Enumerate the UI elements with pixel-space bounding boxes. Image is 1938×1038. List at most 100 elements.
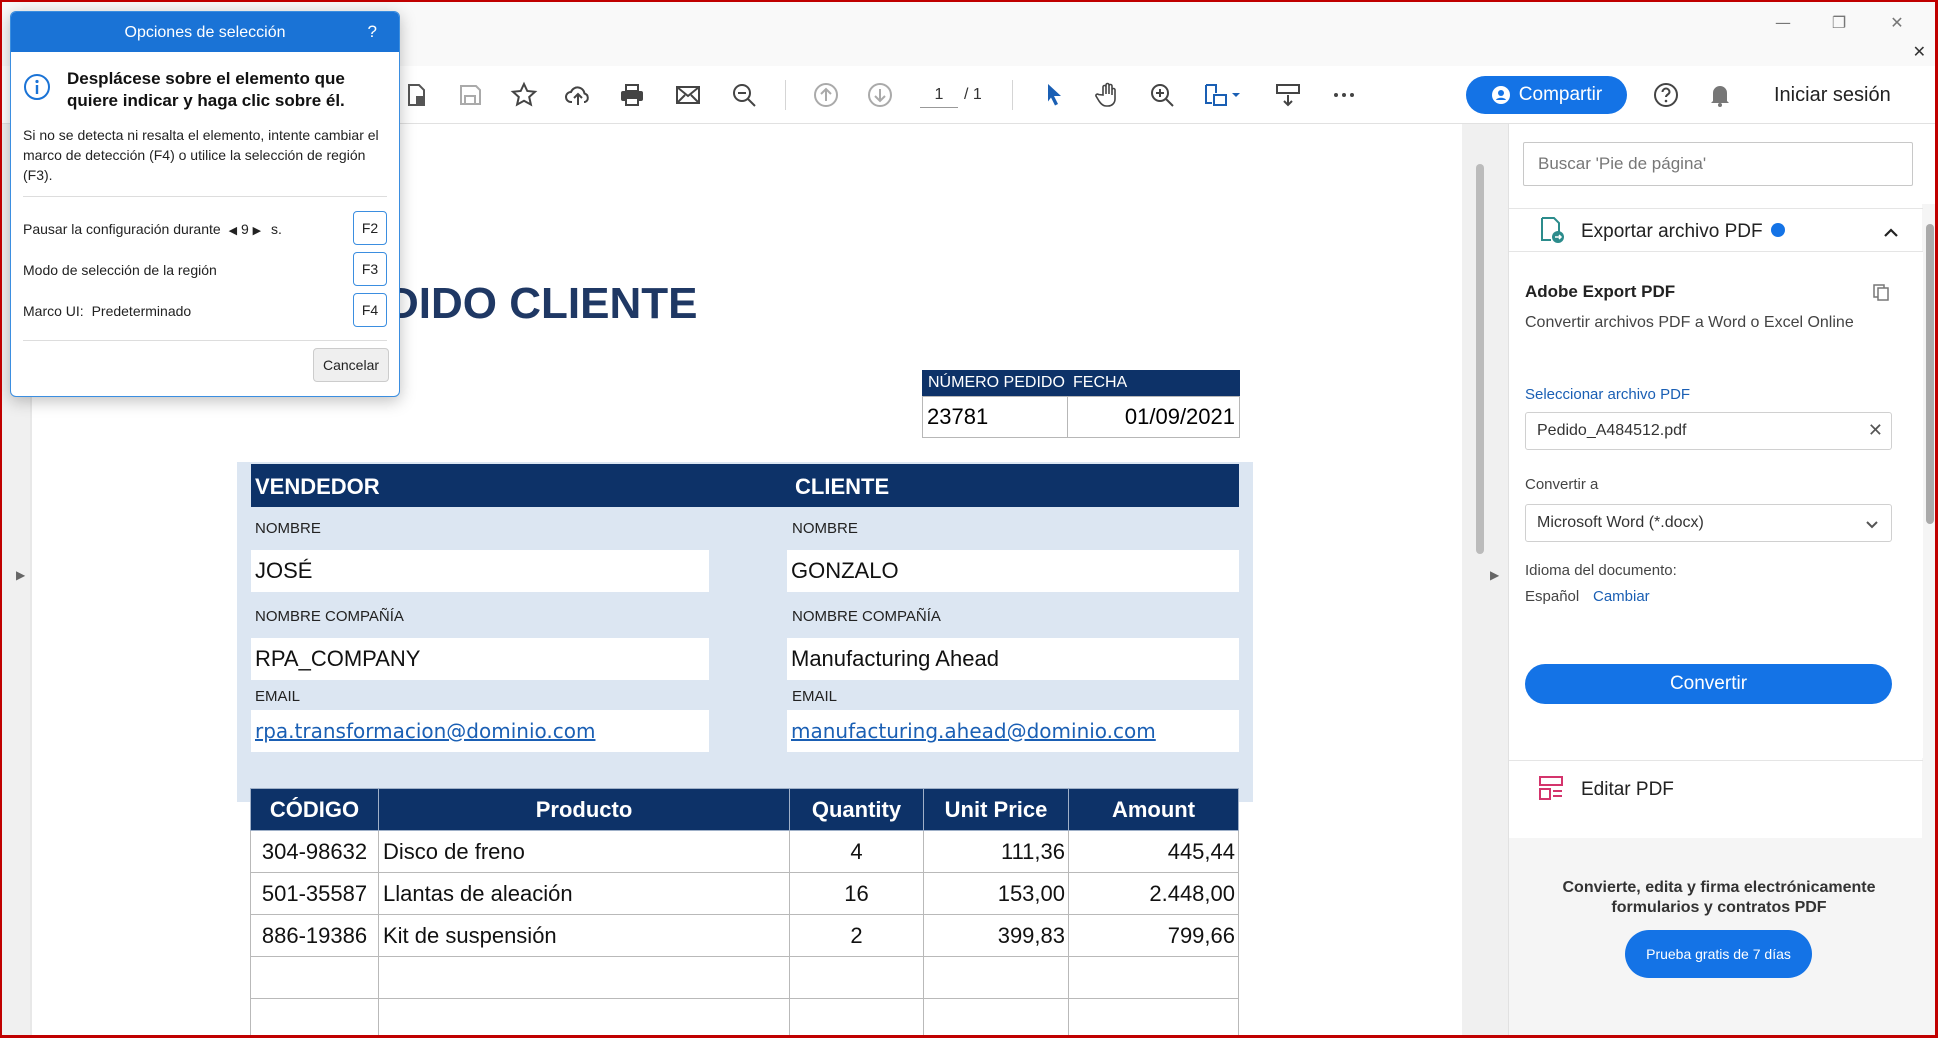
seller-name: JOSÉ [251,550,709,592]
notifications-bell-icon[interactable] [1702,77,1738,113]
table-row [250,956,1239,999]
increase-pause-icon[interactable]: ▶ [253,224,261,237]
column-header: Producto [378,788,790,831]
order-values: 23781 01/09/2021 [922,396,1240,438]
item-unit-price: 111,36 [923,830,1069,873]
help-icon[interactable] [1648,77,1684,113]
dialog-help-button[interactable]: ? [368,22,377,42]
item-product: Kit de suspensión [378,914,790,957]
promo-section: Convierte, edita y firma electrónicament… [1509,838,1923,1035]
export-description: Convertir archivos PDF a Word o Excel On… [1525,314,1854,331]
share-button[interactable]: Compartir [1466,76,1627,114]
items-header-row: CÓDIGO Producto Quantity Unit Price Amou… [250,788,1239,831]
minimize-button[interactable]: — [1768,12,1798,34]
region-mode-key-button[interactable]: F3 [353,252,387,286]
expand-left-panel-icon[interactable]: ▶ [16,568,25,582]
item-code: 501-35587 [250,872,379,915]
seller-email-link[interactable]: rpa.transformacion@dominio.com [255,719,595,743]
item-unit-price [923,998,1069,1035]
protect-file-icon[interactable] [398,77,434,113]
save-icon[interactable] [452,77,488,113]
documents-icon[interactable] [1871,282,1891,302]
item-unit-price: 153,00 [923,872,1069,915]
zoom-in-icon[interactable] [1144,77,1180,113]
fit-dropdown-chevron-icon[interactable] [1228,77,1244,113]
convert-to-select[interactable]: Microsoft Word (*.docx) [1525,504,1892,542]
star-icon[interactable] [506,77,542,113]
client-email-link[interactable]: manufacturing.ahead@dominio.com [791,719,1156,743]
dialog-instruction: Desplácese sobre el elemento que quiere … [67,69,345,110]
upload-cloud-icon[interactable] [560,77,596,113]
item-code [250,998,379,1035]
right-panel: Buscar 'Pie de página' Exportar archivo … [1508,124,1935,1035]
item-amount [1068,998,1239,1035]
seller-header: VENDEDOR [255,474,380,499]
ui-frame-key-button[interactable]: F4 [353,293,387,327]
pause-label: Pausar la configuración durante [23,221,221,237]
zoom-out-icon[interactable] [726,77,762,113]
document-scrollbar-thumb[interactable] [1476,164,1484,554]
table-row: 304-98632 Disco de freno 4 111,36 445,44 [250,830,1239,873]
right-panel-scrollbar[interactable] [1922,204,1935,1035]
doc-language-value: Español [1525,588,1580,605]
order-date: 01/09/2021 [1124,404,1235,429]
free-trial-button[interactable]: Prueba gratis de 7 días [1625,930,1812,978]
collapse-right-panel-icon[interactable]: ▶ [1490,568,1499,582]
parties-header: VENDEDOR CLIENTE [251,464,1239,507]
page-number-input[interactable]: 1 [920,82,958,108]
change-language-link[interactable]: Cambiar [1593,588,1650,605]
export-pdf-icon [1541,217,1564,243]
convert-button[interactable]: Convertir [1525,664,1892,704]
client-header: CLIENTE [795,474,890,499]
edit-pdf-label: Editar PDF [1581,779,1674,800]
remove-file-icon[interactable]: ✕ [1868,413,1883,449]
client-company: Manufacturing Ahead [787,638,1239,680]
pause-seconds: 9 [240,221,249,237]
parties-section: VENDEDOR CLIENTE NOMBRE JOSÉ NOMBRE COMP… [237,462,1253,802]
email-icon[interactable] [670,77,706,113]
close-document-icon[interactable]: ✕ [1913,42,1926,61]
item-code: 304-98632 [250,830,379,873]
sign-in-link[interactable]: Iniciar sesión [1774,84,1891,107]
export-pdf-header[interactable]: Exportar archivo PDF [1509,208,1923,252]
hand-tool-icon[interactable] [1090,77,1126,113]
item-product: Disco de freno [378,830,790,873]
cancel-button[interactable]: Cancelar [313,348,389,382]
client-name-label: NOMBRE [792,520,858,537]
client-email: manufacturing.ahead@dominio.com [787,710,1239,752]
column-header: CÓDIGO [250,788,379,831]
collapse-chevron-up-icon[interactable] [1883,225,1899,241]
item-amount: 799,66 [1068,914,1239,957]
client-email-label: EMAIL [792,688,838,705]
document-scrollbar[interactable] [1462,124,1508,1035]
decrease-pause-icon[interactable]: ◀ [229,224,237,237]
tools-search-input[interactable]: Buscar 'Pie de página' [1523,142,1913,186]
item-product [378,998,790,1035]
item-quantity: 16 [789,872,924,915]
right-panel-scrollbar-thumb[interactable] [1926,224,1934,524]
promo-text: Convierte, edita y firma electrónicament… [1562,879,1876,916]
scroll-mode-icon[interactable] [1270,77,1306,113]
close-button[interactable]: ✕ [1882,12,1912,34]
ui-frame-value: Predeterminado [91,303,192,319]
select-cursor-icon[interactable] [1036,77,1072,113]
next-page-icon[interactable] [862,77,898,113]
restore-button[interactable]: ❐ [1824,12,1854,34]
column-header: Amount [1068,788,1239,831]
column-header: Quantity [789,788,924,831]
previous-page-icon[interactable] [808,77,844,113]
pause-row: Pausar la configuración durante ◀ 9 ▶ s. [23,221,282,237]
item-amount [1068,956,1239,999]
more-options-icon[interactable] [1326,77,1362,113]
items-table: CÓDIGO Producto Quantity Unit Price Amou… [250,788,1239,1035]
share-label: Compartir [1518,84,1603,105]
dialog-divider [23,196,387,197]
edit-pdf-tool[interactable]: Editar PDF [1509,760,1923,816]
ui-frame-label: Marco UI: [23,303,84,319]
item-code: 886-19386 [250,914,379,957]
select-file-link[interactable]: Seleccionar archivo PDF [1525,386,1690,403]
selected-file-field[interactable]: Pedido_A484512.pdf ✕ [1525,412,1892,450]
print-icon[interactable] [614,77,650,113]
pause-key-button[interactable]: F2 [353,211,387,245]
dialog-hint: Si no se detecta ni resalta el elemento,… [23,127,379,183]
